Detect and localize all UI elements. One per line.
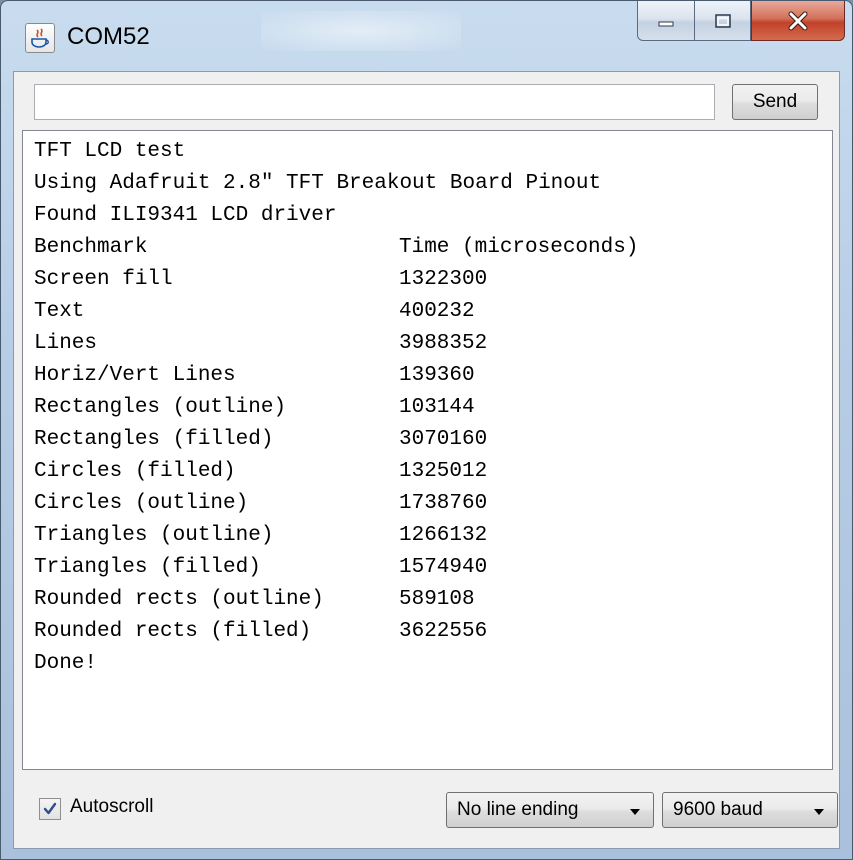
- minimize-button[interactable]: [637, 1, 695, 41]
- output-line: Rounded rects (outline) 589108: [34, 584, 475, 616]
- chevron-down-icon: [814, 809, 824, 815]
- send-button[interactable]: Send: [732, 84, 818, 120]
- output-line: Using Adafruit 2.8" TFT Breakout Board P…: [34, 168, 601, 200]
- output-label: Done!: [34, 652, 98, 675]
- java-icon[interactable]: [25, 23, 55, 53]
- output-value: 3622556: [399, 620, 488, 643]
- output-line: Triangles (outline) 1266132: [34, 520, 487, 552]
- output-value: Time (microseconds): [399, 236, 639, 259]
- output-line: Done!: [34, 648, 97, 680]
- send-bar: Send: [14, 72, 839, 130]
- output-line: TFT LCD test: [34, 136, 185, 168]
- output-value: 1266132: [399, 524, 488, 547]
- output-line: Rounded rects (filled) 3622556: [34, 616, 487, 648]
- output-line: Found ILI9341 LCD driver: [34, 200, 336, 232]
- output-value: 1322300: [399, 268, 488, 291]
- output-line: Rectangles (outline) 103144: [34, 392, 475, 424]
- output-label: Found ILI9341 LCD driver: [34, 204, 337, 227]
- output-value: 139360: [399, 364, 475, 387]
- chevron-down-icon: [630, 809, 640, 815]
- output-label: Benchmark: [34, 236, 148, 259]
- output-value: 3070160: [399, 428, 488, 451]
- close-icon: [788, 11, 808, 30]
- footer-bar: Autoscroll No line ending 9600 baud: [14, 772, 839, 850]
- checkmark-icon: [43, 802, 57, 815]
- output-label: Using Adafruit 2.8" TFT Breakout Board P…: [34, 172, 602, 195]
- output-label: Text: [34, 300, 85, 323]
- output-line: Benchmark Time (microseconds): [34, 232, 638, 264]
- output-value: 589108: [399, 588, 475, 611]
- window-title: COM52: [67, 23, 150, 50]
- maximize-button[interactable]: [695, 1, 751, 41]
- output-line: Lines 3988352: [34, 328, 487, 360]
- output-value: 1574940: [399, 556, 488, 579]
- output-line: Rectangles (filled) 3070160: [34, 424, 487, 456]
- line-ending-select[interactable]: No line ending: [446, 792, 654, 828]
- output-label: Rounded rects (filled): [34, 620, 312, 643]
- output-value: 1325012: [399, 460, 488, 483]
- close-button[interactable]: [751, 1, 845, 41]
- output-line: Circles (outline) 1738760: [34, 488, 487, 520]
- line-ending-value: No line ending: [457, 799, 579, 820]
- title-glow: [261, 11, 461, 51]
- output-label: Circles (outline): [34, 492, 249, 515]
- output-value: 103144: [399, 396, 475, 419]
- autoscroll-checkbox[interactable]: [39, 798, 61, 820]
- output-label: Rectangles (outline): [34, 396, 287, 419]
- output-line: Text 400232: [34, 296, 475, 328]
- serial-output[interactable]: TFT LCD test Using Adafruit 2.8" TFT Brea…: [22, 130, 833, 770]
- output-label: Horiz/Vert Lines: [34, 364, 236, 387]
- output-label: Circles (filled): [34, 460, 236, 483]
- minimize-icon: [658, 21, 674, 26]
- output-line: Screen fill 1322300: [34, 264, 487, 296]
- maximize-icon: [714, 13, 731, 28]
- baud-rate-value: 9600 baud: [673, 799, 763, 820]
- output-label: Rectangles (filled): [34, 428, 274, 451]
- output-label: Lines: [34, 332, 98, 355]
- output-line: Circles (filled) 1325012: [34, 456, 487, 488]
- title-bar[interactable]: COM52: [1, 1, 852, 73]
- baud-rate-select[interactable]: 9600 baud: [662, 792, 838, 828]
- output-label: Screen fill: [34, 268, 173, 291]
- autoscroll-label[interactable]: Autoscroll: [70, 796, 153, 818]
- output-line: Horiz/Vert Lines 139360: [34, 360, 475, 392]
- output-label: Triangles (filled): [34, 556, 261, 579]
- output-label: Rounded rects (outline): [34, 588, 324, 611]
- output-value: 1738760: [399, 492, 488, 515]
- output-value: 400232: [399, 300, 475, 323]
- serial-monitor-window: COM52 Send TFT LCD test Using Adafruit 2.…: [0, 0, 853, 860]
- output-value: 3988352: [399, 332, 488, 355]
- output-label: Triangles (outline): [34, 524, 274, 547]
- output-line: Triangles (filled) 1574940: [34, 552, 487, 584]
- send-input[interactable]: [34, 84, 715, 120]
- output-label: TFT LCD test: [34, 140, 186, 163]
- client-area: Send TFT LCD test Using Adafruit 2.8" TFT…: [13, 71, 840, 849]
